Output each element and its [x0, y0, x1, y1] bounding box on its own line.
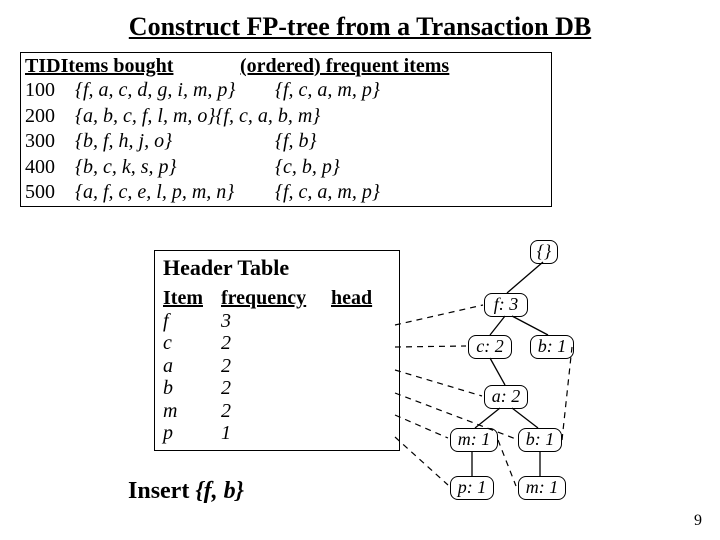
node-b1-bot: b: 1: [518, 428, 562, 452]
table-row: 400 {b, c, k, s, p} {c, b, p}: [21, 155, 551, 181]
node-m1: m: 1: [450, 428, 498, 452]
item: p: [163, 422, 221, 444]
col-head: head: [331, 287, 372, 310]
freq: 2: [221, 400, 331, 422]
freq: 2: [221, 377, 331, 399]
item: a: [163, 355, 221, 377]
cell-tid: 400: [25, 155, 75, 181]
freq: 3: [221, 310, 331, 332]
node-a: a: 2: [484, 385, 528, 409]
table-row: p1: [163, 422, 391, 444]
cell-freq: {f, c, a, m, p}: [275, 78, 535, 104]
cell-tid: 100: [25, 78, 75, 104]
table-row: a2: [163, 355, 391, 377]
cell-items: {b, c, k, s, p}: [75, 155, 275, 181]
item: f: [163, 310, 221, 332]
table-row: c2: [163, 332, 391, 354]
freq: 2: [221, 355, 331, 377]
freq: 2: [221, 332, 331, 354]
item: b: [163, 377, 221, 399]
header-table: Header Table Item frequency head f3 c2 a…: [154, 250, 400, 451]
header-table-title: Header Table: [163, 255, 391, 281]
cell-freq: {c, b, p}: [275, 155, 535, 181]
node-c: c: 2: [468, 335, 512, 359]
cell-items: {a, f, c, e, l, p, m, n}: [75, 180, 275, 206]
cell-tid: 300: [25, 129, 75, 155]
page-number: 9: [694, 512, 702, 530]
table-row: f3: [163, 310, 391, 332]
item: m: [163, 400, 221, 422]
col-frequency: frequency: [221, 287, 331, 310]
node-root: {}: [530, 240, 558, 264]
insert-label: Insert {f, b}: [128, 478, 244, 505]
node-b1-top: b: 1: [530, 335, 574, 359]
col-tid-items: TIDItems bought: [25, 55, 240, 78]
cell-items: {b, f, h, j, o}: [75, 129, 275, 155]
cell-freq: {f, b}: [275, 129, 535, 155]
cell-tid: 200: [25, 104, 75, 130]
table-row: 200 {a, b, c, f, l, m, o}{f, c, a, b, m}: [21, 104, 551, 130]
node-m1-bot: m: 1: [518, 476, 566, 500]
cell-items: {f, a, c, d, g, i, m, p}: [75, 78, 275, 104]
table-row: 100 {f, a, c, d, g, i, m, p} {f, c, a, m…: [21, 78, 551, 104]
transaction-table: TIDItems bought (ordered) frequent items…: [20, 52, 552, 207]
node-f: f: 3: [484, 293, 528, 317]
cell-freq: {f, c, a, m, p}: [275, 180, 535, 206]
page-title: Construct FP-tree from a Transaction DB: [0, 12, 720, 42]
col-ordered-freq: (ordered) frequent items: [240, 55, 540, 78]
table-row: 500 {a, f, c, e, l, p, m, n} {f, c, a, m…: [21, 180, 551, 206]
item: c: [163, 332, 221, 354]
cell-tid: 500: [25, 180, 75, 206]
insert-word: Insert: [128, 478, 195, 504]
table-row: 300 {b, f, h, j, o} {f, b}: [21, 129, 551, 155]
node-p1: p: 1: [450, 476, 494, 500]
insert-set: {f, b}: [195, 478, 244, 504]
cell-items: {a, b, c, f, l, m, o}{f, c, a, b, m}: [75, 104, 535, 130]
col-item: Item: [163, 287, 221, 310]
table-row: m2: [163, 400, 391, 422]
header-table-head: Item frequency head: [163, 287, 391, 310]
freq: 1: [221, 422, 331, 444]
table-row: b2: [163, 377, 391, 399]
